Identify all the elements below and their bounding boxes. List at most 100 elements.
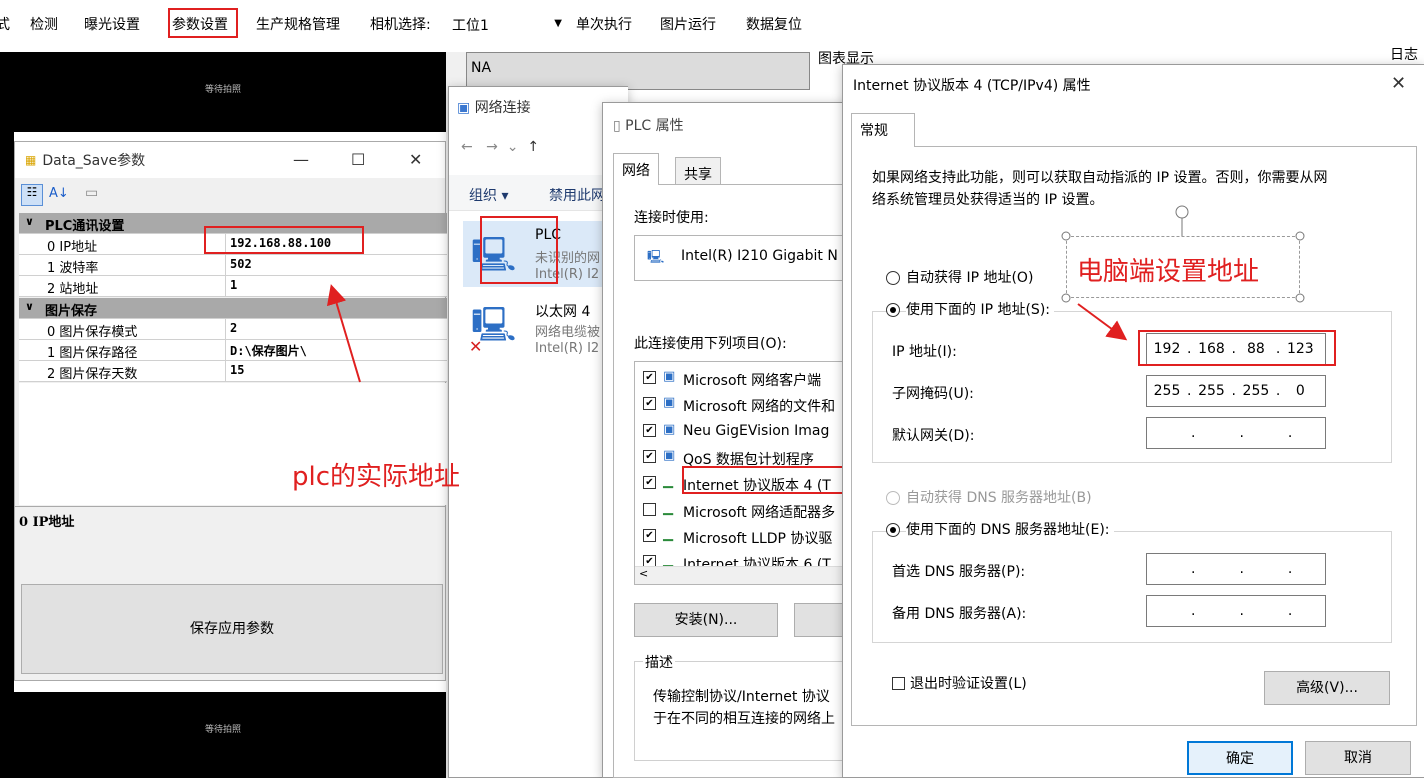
- list-item[interactable]: ▁ Microsoft 网络适配器多: [641, 500, 854, 522]
- list-item[interactable]: ✔ ▣ Microsoft 网络的文件和: [641, 394, 854, 416]
- property-value[interactable]: 502: [225, 255, 447, 275]
- manual-ip-radio[interactable]: [886, 303, 900, 317]
- close-icon[interactable]: ✕: [1391, 73, 1406, 94]
- item-checkbox[interactable]: ✔: [643, 476, 656, 490]
- item-checkbox[interactable]: [643, 502, 656, 516]
- list-item[interactable]: ✔ ▁ Microsoft LLDP 协议驱: [641, 526, 854, 548]
- menu-item-exposure[interactable]: 曝光设置: [84, 16, 140, 34]
- property-name: 0 图片保存模式: [47, 325, 138, 340]
- item-checkbox[interactable]: ✔: [643, 423, 656, 437]
- chevron-down-icon: ∨: [25, 215, 34, 228]
- na-field: NA: [466, 52, 810, 90]
- protocol-icon: ▁: [663, 474, 673, 490]
- save-params-button[interactable]: 保存应用参数: [21, 584, 443, 674]
- gateway-label: 默认网关(D):: [892, 428, 975, 444]
- subnet-mask-field[interactable]: 255. 255. 255. 0: [1146, 375, 1326, 407]
- item-checkbox[interactable]: ✔: [643, 449, 656, 463]
- item-label: Microsoft 网络客户端: [683, 373, 822, 389]
- property-row[interactable]: 0 图片保存模式 2: [19, 319, 447, 340]
- horizontal-scrollbar[interactable]: <: [635, 566, 854, 584]
- item-checkbox[interactable]: ✔: [643, 371, 656, 384]
- categorized-icon[interactable]: ☷: [21, 184, 43, 206]
- tab-general[interactable]: 常规: [851, 113, 915, 147]
- install-button[interactable]: 安装(N)...: [634, 603, 778, 637]
- data-save-window: ▦ Data_Save参数 — ☐ ✕ ☷ A↓ ▭ ∨ PLC通讯设置 0 I…: [14, 141, 447, 681]
- menu-item-spec[interactable]: 生产规格管理: [256, 16, 340, 34]
- network-client-icon: ▣: [663, 395, 676, 411]
- connection-adapter: Intel(R) I2: [535, 341, 600, 356]
- up-icon[interactable]: ↑: [527, 139, 539, 155]
- item-label: Neu GigEVision Imag: [683, 422, 830, 439]
- network-connections-title: 网络连接: [474, 100, 531, 116]
- property-pages-icon[interactable]: ▭: [85, 185, 98, 201]
- property-row[interactable]: 1 图片保存路径 D:\保存图片\: [19, 340, 447, 361]
- connection-status: 网络电缆被: [535, 325, 601, 340]
- auto-ip-radio[interactable]: [886, 271, 900, 285]
- chevron-left-icon[interactable]: <: [639, 567, 648, 580]
- gateway-field[interactable]: ...: [1146, 417, 1326, 449]
- property-value[interactable]: 2: [225, 319, 447, 339]
- chevron-down-icon[interactable]: ⌄: [507, 139, 519, 155]
- highlight-plc-connection: [480, 216, 558, 284]
- item-checkbox[interactable]: ✔: [643, 397, 656, 411]
- items-label: 此连接使用下列项目(O):: [634, 336, 787, 352]
- property-value[interactable]: 15: [225, 361, 447, 381]
- adapter-name: Intel(R) I210 Gigabit N: [681, 248, 838, 264]
- description-label: 描述: [643, 652, 675, 672]
- menu-item-detect[interactable]: 检测: [30, 16, 58, 34]
- manual-dns-radio[interactable]: [886, 523, 900, 537]
- property-value[interactable]: 1: [225, 276, 447, 296]
- close-icon[interactable]: ✕: [409, 150, 422, 169]
- category-image[interactable]: ∨ 图片保存: [19, 298, 447, 319]
- sort-az-icon[interactable]: A↓: [49, 186, 69, 201]
- list-item[interactable]: ✔ ▣ Microsoft 网络客户端: [641, 368, 854, 390]
- disable-device-button[interactable]: 禁用此网: [549, 185, 605, 205]
- tab-network[interactable]: 网络: [613, 153, 659, 185]
- maximize-icon[interactable]: ☐: [351, 150, 365, 169]
- connection-item-ethernet4[interactable]: 🖳 ✕ 以太网 4 网络电缆被 Intel(R) I2: [463, 297, 623, 363]
- disconnected-icon: ✕: [469, 337, 483, 356]
- minimize-icon[interactable]: —: [293, 150, 309, 169]
- menu-item-reset[interactable]: 数据复位: [746, 16, 802, 34]
- menu-item-single-run[interactable]: 单次执行: [576, 16, 632, 34]
- advanced-button[interactable]: 高级(V)...: [1264, 671, 1390, 705]
- adapter-field: 🖳 Intel(R) I210 Gigabit N: [634, 235, 854, 281]
- menu-item-image-run[interactable]: 图片运行: [660, 16, 716, 34]
- intro-line1: 如果网络支持此功能，则可以获取自动指派的 IP 设置。否则，你需要从网: [872, 170, 1328, 186]
- camera-select[interactable]: 工位1 ▼: [448, 10, 564, 38]
- network-client-icon: ▣: [663, 447, 676, 463]
- validate-checkbox[interactable]: [892, 677, 905, 690]
- auto-dns-radio[interactable]: [886, 491, 900, 505]
- organize-button[interactable]: 组织 ▾: [469, 185, 508, 205]
- property-row[interactable]: 1 波特率 502: [19, 255, 447, 276]
- cancel-button[interactable]: 取消: [1305, 741, 1411, 775]
- plc-properties-titlebar: ▯ PLC 属性: [613, 115, 684, 135]
- preferred-dns-field[interactable]: ...: [1146, 553, 1326, 585]
- property-value[interactable]: D:\保存图片\: [225, 340, 447, 360]
- menu-item-camera-label: 相机选择:: [370, 17, 431, 33]
- description-group: 描述 传输控制协议/Internet 协议 于在不同的相互连接的网络上: [634, 652, 854, 761]
- item-checkbox[interactable]: ✔: [643, 528, 656, 542]
- forward-icon[interactable]: →: [486, 139, 498, 155]
- property-name: 2 站地址: [47, 282, 99, 297]
- annotation-pc-address: 电脑端设置地址: [1077, 257, 1260, 287]
- back-icon[interactable]: ←: [461, 139, 473, 155]
- menu-item-fragment[interactable]: 式: [0, 16, 10, 34]
- annotation-plc-address: plc的实际地址: [292, 462, 461, 492]
- item-label: Microsoft 网络的文件和: [683, 399, 836, 416]
- alternate-dns-field[interactable]: ...: [1146, 595, 1326, 627]
- property-name: 0 IP地址: [47, 240, 98, 255]
- auto-dns-label: 自动获得 DNS 服务器地址(B): [906, 490, 1092, 506]
- list-item[interactable]: ✔ ▣ Neu GigEVision Imag: [641, 421, 854, 443]
- chevron-down-icon: ∨: [25, 300, 34, 313]
- property-toolbar: ☷ A↓ ▭: [19, 182, 115, 210]
- network-adapter-icon: 🖳: [647, 250, 665, 265]
- highlight-params: [168, 8, 238, 38]
- network-client-icon: ▣: [663, 369, 676, 384]
- ok-button[interactable]: 确定: [1187, 741, 1293, 775]
- tab-sharing[interactable]: 共享: [675, 157, 721, 185]
- property-row[interactable]: 2 站地址 1: [19, 276, 447, 297]
- camera-pane-bottom: 等待拍照: [0, 692, 446, 778]
- network-connections-titlebar: ▣ 网络连接: [457, 97, 531, 117]
- property-row[interactable]: 2 图片保存天数 15: [19, 361, 447, 382]
